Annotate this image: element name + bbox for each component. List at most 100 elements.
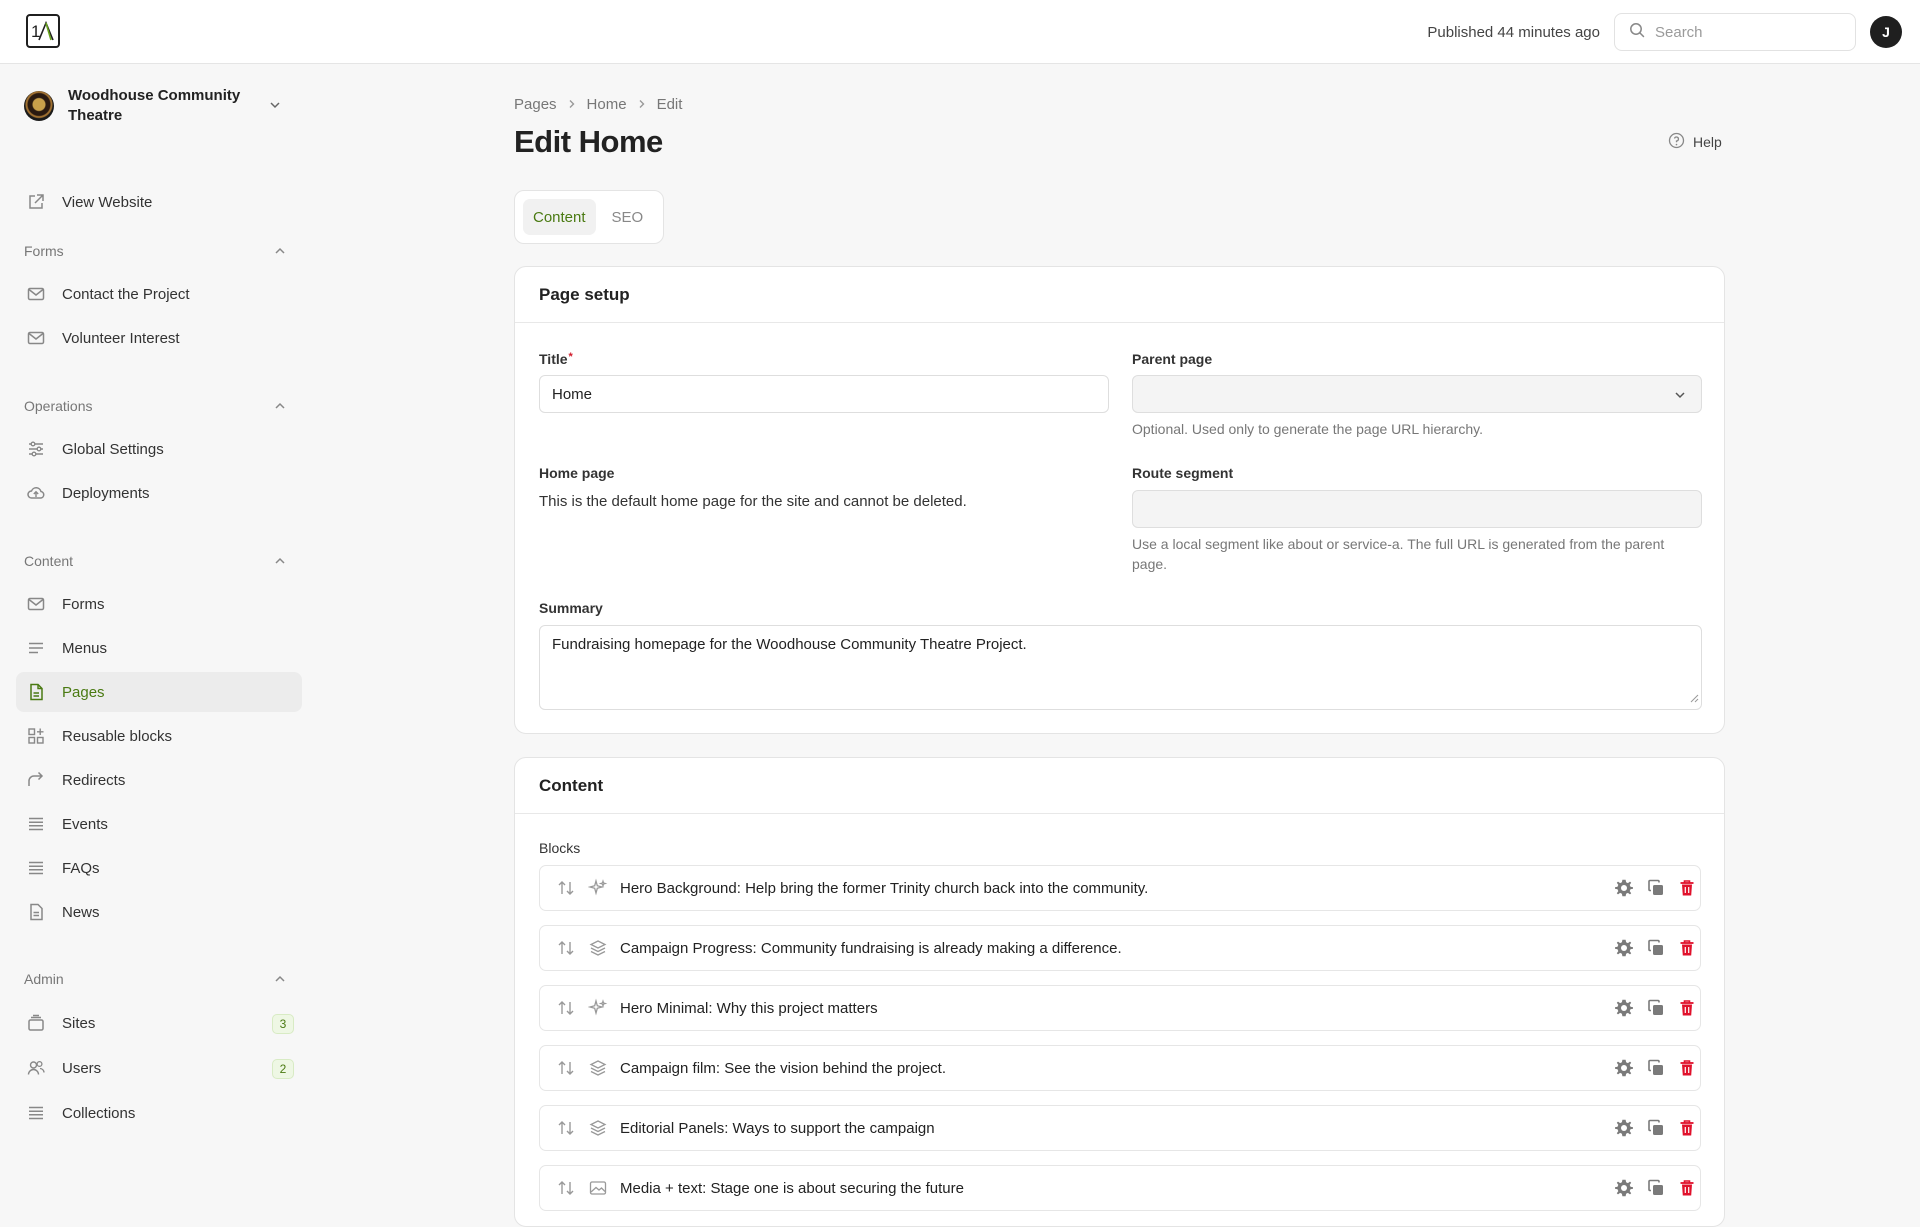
block-title[interactable]: Hero Minimal: Why this project matters (620, 1000, 878, 1017)
search-icon (1629, 22, 1645, 42)
users-icon (25, 1057, 47, 1079)
title-input[interactable]: Home (539, 375, 1109, 413)
summary-textarea[interactable]: Fundraising homepage for the Woodhouse C… (539, 625, 1702, 710)
sidebar-item-collections[interactable]: Collections (16, 1093, 302, 1133)
chevron-down-icon (268, 98, 282, 116)
sidebar-item-redirects[interactable]: Redirects (16, 760, 302, 800)
breadcrumb-pages[interactable]: Pages (514, 96, 557, 113)
site-switcher[interactable]: Woodhouse Community Theatre (24, 84, 296, 128)
section-operations[interactable]: Operations (24, 396, 296, 416)
block-title[interactable]: Editorial Panels: Ways to support the ca… (620, 1120, 935, 1137)
sidebar-item-label: Volunteer Interest (62, 329, 180, 347)
breadcrumb-home[interactable]: Home (587, 96, 627, 113)
edit-tabs: Content SEO (514, 190, 664, 244)
duplicate-icon[interactable] (1646, 1058, 1666, 1082)
parent-page-help: Optional. Used only to generate the page… (1132, 421, 1483, 437)
reorder-handle-icon[interactable] (556, 1178, 576, 1202)
required-marker: * (568, 351, 573, 363)
help-circle-icon (1668, 132, 1685, 152)
sidebar-item-menus[interactable]: Menus (16, 628, 302, 668)
blocks-icon (25, 725, 47, 747)
block-row[interactable]: Campaign film: See the vision behind the… (539, 1045, 1701, 1091)
tab-seo[interactable]: SEO (602, 199, 654, 235)
sidebar-item-users[interactable]: Users 2 (16, 1048, 302, 1088)
block-row[interactable]: Media + text: Stage one is about securin… (539, 1165, 1701, 1211)
external-link-icon (25, 191, 47, 213)
block-title[interactable]: Campaign film: See the vision behind the… (620, 1060, 946, 1077)
block-title[interactable]: Media + text: Stage one is about securin… (620, 1180, 964, 1197)
sparkle-icon (587, 878, 608, 902)
sidebar-item-label: Menus (62, 639, 108, 657)
cloud-upload-icon (25, 482, 47, 504)
duplicate-icon[interactable] (1646, 878, 1666, 902)
gear-icon[interactable] (1614, 1058, 1634, 1082)
sidebar-item-news[interactable]: News (16, 892, 302, 932)
sidebar-item-deployments[interactable]: Deployments (16, 473, 302, 513)
sidebar-item-global-settings[interactable]: Global Settings (16, 429, 302, 469)
gear-icon[interactable] (1614, 878, 1634, 902)
section-forms[interactable]: Forms (24, 241, 296, 261)
trash-icon[interactable] (1677, 938, 1697, 962)
block-row[interactable]: Hero Background: Help bring the former T… (539, 865, 1701, 911)
help-button[interactable]: Help (1668, 132, 1722, 152)
chevron-down-icon (1673, 388, 1687, 406)
duplicate-icon[interactable] (1646, 1118, 1666, 1142)
sidebar-item-reusable-blocks[interactable]: Reusable blocks (16, 716, 302, 756)
reorder-handle-icon[interactable] (556, 1058, 576, 1082)
sparkle-icon (587, 998, 608, 1022)
reorder-handle-icon[interactable] (556, 1118, 576, 1142)
home-page-text: This is the default home page for the si… (539, 493, 967, 510)
duplicate-icon[interactable] (1646, 998, 1666, 1022)
gear-icon[interactable] (1614, 998, 1634, 1022)
route-segment-input[interactable] (1132, 490, 1702, 528)
block-row[interactable]: Campaign Progress: Community fundraising… (539, 925, 1701, 971)
sidebar-item-volunteer-interest[interactable]: Volunteer Interest (16, 318, 302, 358)
section-admin[interactable]: Admin (24, 969, 296, 989)
section-operations-label: Operations (24, 398, 93, 414)
block-title[interactable]: Campaign Progress: Community fundraising… (620, 940, 1122, 957)
section-forms-label: Forms (24, 243, 64, 259)
trash-icon[interactable] (1677, 1058, 1697, 1082)
sidebar-item-label: Deployments (62, 484, 150, 502)
sidebar-item-contact-project[interactable]: Contact the Project (16, 274, 302, 314)
gear-icon[interactable] (1614, 1178, 1634, 1202)
reorder-handle-icon[interactable] (556, 938, 576, 962)
sidebar-item-events[interactable]: Events (16, 804, 302, 844)
block-row[interactable]: Hero Minimal: Why this project matters (539, 985, 1701, 1031)
summary-text: Fundraising homepage for the Woodhouse C… (552, 636, 1027, 653)
sidebar-item-faqs[interactable]: FAQs (16, 848, 302, 888)
trash-icon[interactable] (1677, 1178, 1697, 1202)
block-title[interactable]: Hero Background: Help bring the former T… (620, 880, 1148, 897)
sidebar-item-label: Pages (62, 683, 105, 701)
duplicate-icon[interactable] (1646, 938, 1666, 962)
trash-icon[interactable] (1677, 1118, 1697, 1142)
layers-icon (588, 938, 608, 962)
app-logo-icon[interactable]: 1 (26, 14, 60, 48)
resize-handle-icon[interactable] (1689, 690, 1699, 707)
gear-icon[interactable] (1614, 1118, 1634, 1142)
search-input[interactable] (1655, 23, 1845, 41)
sidebar-item-pages[interactable]: Pages (16, 672, 302, 712)
menu-icon (25, 637, 47, 659)
section-content[interactable]: Content (24, 551, 296, 571)
block-row[interactable]: Editorial Panels: Ways to support the ca… (539, 1105, 1701, 1151)
trash-icon[interactable] (1677, 998, 1697, 1022)
search-box[interactable] (1614, 13, 1856, 51)
duplicate-icon[interactable] (1646, 1178, 1666, 1202)
view-website-link[interactable]: View Website (16, 182, 302, 222)
tab-content[interactable]: Content (523, 199, 596, 235)
sidebar-item-label: FAQs (62, 859, 100, 877)
user-avatar[interactable]: J (1870, 16, 1902, 48)
sidebar-item-forms[interactable]: Forms (16, 584, 302, 624)
chevron-right-icon (567, 96, 577, 113)
page-setup-card: Page setup Title* Home Parent page Optio… (514, 266, 1725, 734)
sidebar-item-sites[interactable]: Sites 3 (16, 1003, 302, 1043)
list-icon (25, 1102, 47, 1124)
reorder-handle-icon[interactable] (556, 998, 576, 1022)
reorder-handle-icon[interactable] (556, 878, 576, 902)
parent-page-select[interactable] (1132, 375, 1702, 413)
sidebar-item-label: Sites (62, 1014, 96, 1032)
route-segment-label: Route segment (1132, 465, 1234, 481)
gear-icon[interactable] (1614, 938, 1634, 962)
trash-icon[interactable] (1677, 878, 1697, 902)
